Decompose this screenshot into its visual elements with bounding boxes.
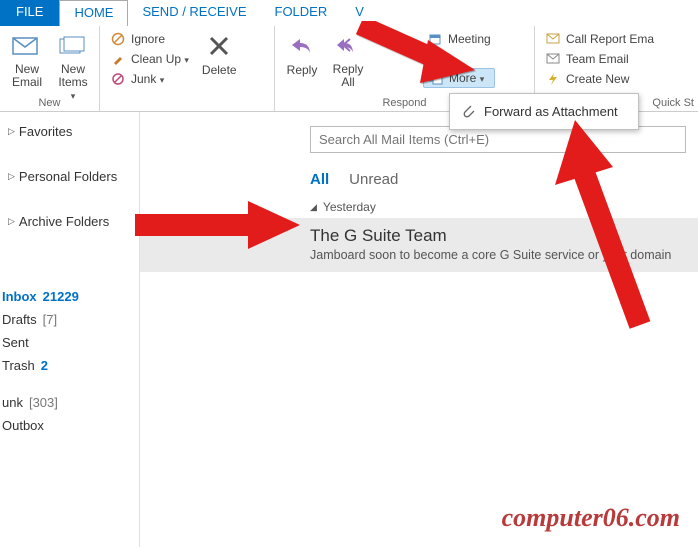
junk-label: Junk ▾ <box>131 72 164 86</box>
annotation-arrow-3 <box>545 115 665 335</box>
drafts-count: [7] <box>43 312 57 327</box>
junk-label: unk <box>2 395 23 410</box>
envelope-icon <box>11 32 43 60</box>
sent-label: Sent <box>2 335 29 350</box>
ignore-icon <box>110 31 126 47</box>
expand-icon: ▷ <box>8 171 15 182</box>
folder-sidebar: ▷ Favorites ▷ Personal Folders ▷ Archive… <box>0 112 140 547</box>
inbox-label: Inbox <box>2 289 37 304</box>
clean-up-button[interactable]: Clean Up ▾ <box>106 50 193 68</box>
call-report-label: Call Report Ema <box>566 32 654 46</box>
expand-icon: ▷ <box>8 126 15 137</box>
tab-strip: FILE HOME SEND / RECEIVE FOLDER V <box>0 0 698 26</box>
ignore-label: Ignore <box>131 32 165 46</box>
personal-folders-label: Personal Folders <box>19 169 117 184</box>
inbox-folder[interactable]: Inbox 21229 <box>0 285 139 308</box>
new-email-label: New Email <box>12 63 42 89</box>
drafts-folder[interactable]: Drafts [7] <box>0 308 139 331</box>
outbox-label: Outbox <box>2 418 44 433</box>
tab-home[interactable]: HOME <box>59 0 128 26</box>
expand-icon: ▷ <box>8 216 15 227</box>
ribbon-group-new: New Email New Items ▾ New <box>0 26 100 111</box>
create-new-label: Create New <box>566 72 629 86</box>
favorites-header[interactable]: ▷ Favorites <box>0 118 139 145</box>
junk-button[interactable]: Junk ▾ <box>106 70 193 88</box>
team-email-label: Team Email <box>566 52 629 66</box>
watermark: computer06.com <box>502 503 680 533</box>
sent-folder[interactable]: Sent <box>0 331 139 354</box>
create-new-button[interactable]: Create New <box>541 70 658 88</box>
annotation-arrow-1 <box>350 15 480 85</box>
filter-unread[interactable]: Unread <box>349 171 398 188</box>
group-label-new: New <box>0 97 99 109</box>
delete-label: Delete <box>202 63 237 77</box>
group-label-quick: Quick St <box>652 97 694 109</box>
broom-icon <box>110 51 126 67</box>
filter-all[interactable]: All <box>310 171 329 188</box>
inbox-count: 21229 <box>43 289 79 304</box>
collapse-icon: ◢ <box>310 202 317 213</box>
tab-send-receive[interactable]: SEND / RECEIVE <box>128 0 260 26</box>
trash-count: 2 <box>41 358 48 373</box>
outbox-folder[interactable]: Outbox <box>0 414 139 437</box>
archive-folders-label: Archive Folders <box>19 214 109 229</box>
group-yesterday-label: Yesterday <box>323 200 376 214</box>
junk-count: [303] <box>29 395 58 410</box>
junk-icon <box>110 71 126 87</box>
drafts-label: Drafts <box>2 312 37 327</box>
delete-x-icon <box>203 32 235 60</box>
new-items-icon <box>57 32 89 60</box>
tab-file[interactable]: FILE <box>0 0 59 26</box>
junk-folder[interactable]: unk [303] <box>0 391 139 414</box>
reply-label: Reply <box>287 63 318 77</box>
tab-folder[interactable]: FOLDER <box>261 0 342 26</box>
attachment-icon <box>460 102 476 121</box>
trash-label: Trash <box>2 358 35 373</box>
favorites-label: Favorites <box>19 124 72 139</box>
mail-icon-2 <box>545 51 561 67</box>
call-report-button[interactable]: Call Report Ema <box>541 30 658 48</box>
clean-up-label: Clean Up ▾ <box>131 52 189 66</box>
personal-folders-header[interactable]: ▷ Personal Folders <box>0 163 139 190</box>
delete-button[interactable]: Delete <box>197 28 242 111</box>
trash-folder[interactable]: Trash 2 <box>0 354 139 377</box>
ribbon-group-delete: Ignore Clean Up ▾ Junk ▾ Delete <box>100 26 275 111</box>
reply-icon <box>286 32 318 60</box>
archive-folders-header[interactable]: ▷ Archive Folders <box>0 208 139 235</box>
mail-icon <box>545 31 561 47</box>
ignore-button[interactable]: Ignore <box>106 30 193 48</box>
annotation-arrow-2 <box>130 195 305 255</box>
lightning-icon <box>545 71 561 87</box>
team-email-button[interactable]: Team Email <box>541 50 658 68</box>
